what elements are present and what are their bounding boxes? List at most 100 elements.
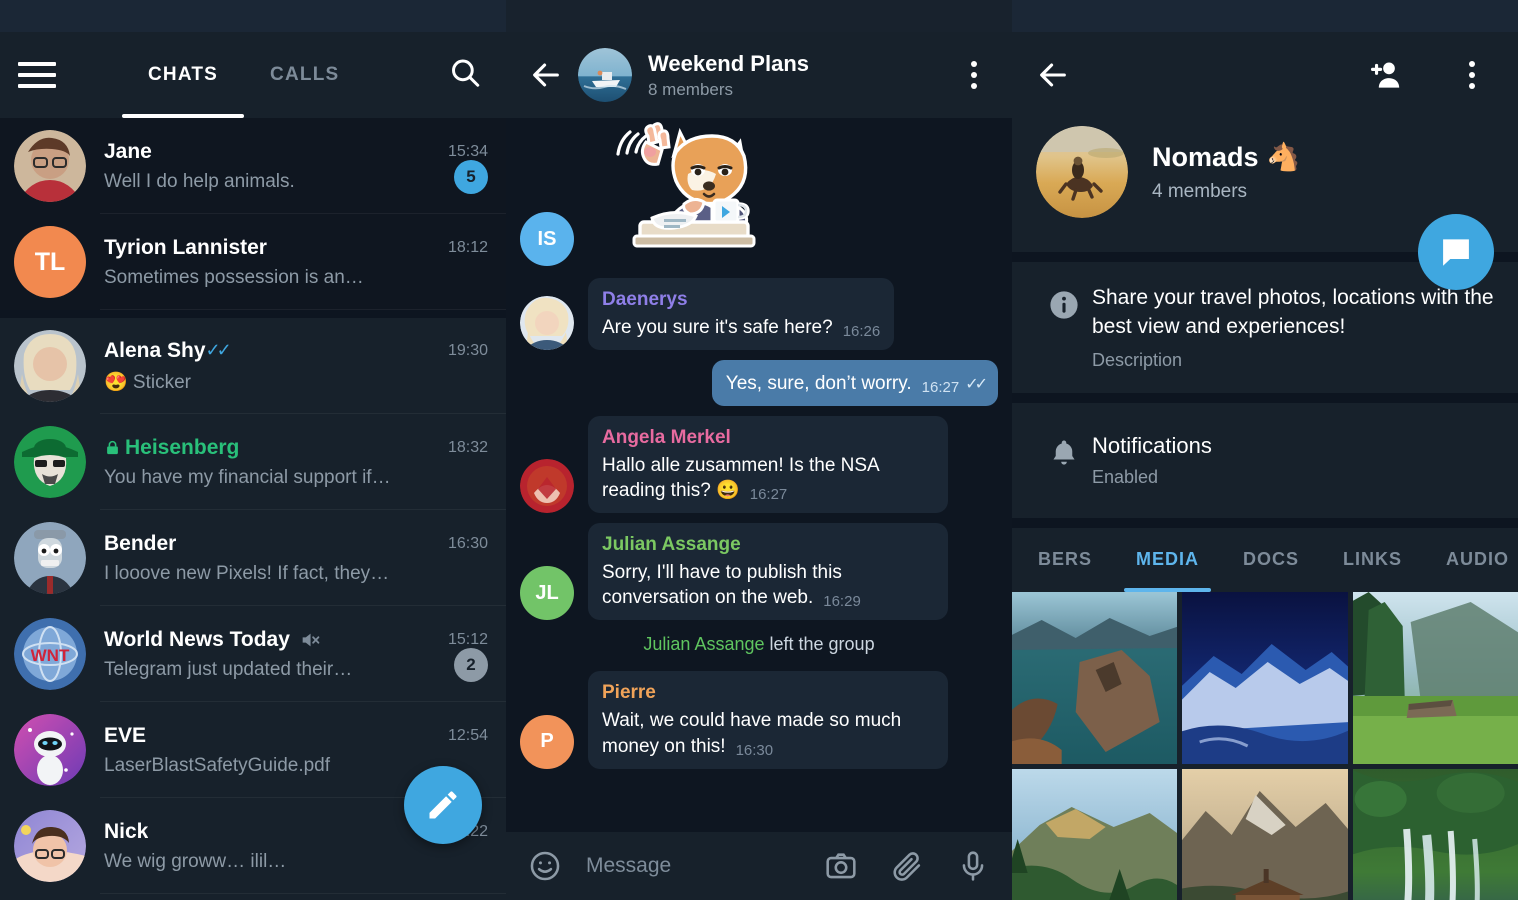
group-description-label: Description <box>1092 349 1183 370</box>
avatar[interactable]: WNT <box>14 618 86 690</box>
tab-chats-label: CHATS <box>148 64 219 85</box>
avatar[interactable] <box>520 296 574 351</box>
media-thumbnail[interactable] <box>1182 768 1348 900</box>
back-arrow-icon[interactable] <box>1036 58 1070 92</box>
add-person-icon[interactable] <box>1368 57 1404 93</box>
message-bubble[interactable]: Daenerys Are you sure it's safe here? 16:… <box>588 278 895 351</box>
send-message-fab-button[interactable] <box>1418 214 1494 290</box>
message-row[interactable]: Yes, sure, don’t worry. 16:27 ✓✓ <box>520 360 998 407</box>
notifications-row[interactable]: Notifications Enabled <box>1012 402 1518 518</box>
message-time: 16:30 <box>735 741 774 759</box>
chat-item-name: Tyrion Lannister <box>104 235 267 259</box>
avatar[interactable]: P <box>520 714 574 769</box>
unread-badge: 5 <box>454 160 488 194</box>
avatar[interactable] <box>14 522 86 594</box>
chat-list-item[interactable]: Alena Shy ✓✓ 19:30 😍 Sticker <box>0 318 506 414</box>
chat-list-toolbar: CHATS CALLS <box>0 32 506 118</box>
chat-list-item[interactable]: WNT World News Today 15:12 Telegram just… <box>0 606 506 702</box>
avatar[interactable]: JL <box>520 566 574 621</box>
avatar[interactable]: IS <box>520 212 574 266</box>
message-text: Sorry, I'll have to publish this convers… <box>602 562 842 609</box>
chat-item-body: Jane 15:34 Well I do help animals. <box>104 140 488 193</box>
chat-item-preview: You have my financial support if… <box>104 466 391 488</box>
tab-links[interactable]: LINKS <box>1321 528 1424 592</box>
media-thumbnail[interactable] <box>1352 768 1518 900</box>
message-row[interactable]: P Pierre Wait, we could have made so muc… <box>520 671 998 769</box>
microphone-icon[interactable] <box>956 849 990 883</box>
avatar[interactable] <box>14 426 86 498</box>
message-bubble[interactable]: Angela Merkel Hallo alle zusammen! Is th… <box>588 416 948 514</box>
camera-icon[interactable] <box>824 849 858 883</box>
message-bubble[interactable]: Pierre Wait, we could have made so much … <box>588 671 948 769</box>
message-bubble[interactable]: Julian Assange Sorry, I'll have to publi… <box>588 523 948 621</box>
media-thumbnail[interactable] <box>1182 591 1348 764</box>
message-bubble-outgoing[interactable]: Yes, sure, don’t worry. 16:27 ✓✓ <box>711 360 998 407</box>
chat-list-item[interactable]: Jane 15:34 Well I do help animals. 5 <box>0 118 506 214</box>
chat-item-header: Heisenberg 18:32 <box>104 436 488 460</box>
group-media-tabs[interactable]: BERS MEDIA DOCS LINKS AUDIO <box>1012 527 1518 592</box>
back-arrow-icon[interactable] <box>522 58 570 92</box>
message-row[interactable]: Angela Merkel Hallo alle zusammen! Is th… <box>520 416 998 514</box>
message-list[interactable]: IS Daenerys Are you sure it's safe here?… <box>506 118 1012 832</box>
paperclip-icon[interactable] <box>890 849 924 883</box>
chat-item-header: Jane 15:34 <box>104 140 488 164</box>
chat-item-name: Heisenberg <box>104 436 239 460</box>
chat-list-item[interactable]: Bender 16:30 I looove new Pixels! If fac… <box>0 510 506 606</box>
avatar[interactable]: TL <box>14 226 86 298</box>
avatar[interactable] <box>520 459 574 514</box>
chat-item-time: 18:32 <box>447 438 488 456</box>
chat-group-divider <box>0 310 506 318</box>
avatar[interactable] <box>14 130 86 202</box>
read-receipt-icon: ✓✓ <box>965 376 988 394</box>
tab-label: AUDIO <box>1446 549 1510 570</box>
tab-bers[interactable]: BERS <box>1016 528 1114 592</box>
compose-fab-button[interactable] <box>404 766 482 844</box>
telegram-three-pane-screen: CHATS CALLS Jane 15:34 Well I do help an… <box>0 0 1518 900</box>
emoji-smiley-icon[interactable] <box>528 849 562 883</box>
chat-item-header: Tyrion Lannister 18:12 <box>104 236 488 260</box>
message-row[interactable]: JL Julian Assange Sorry, I'll have to pu… <box>520 523 998 621</box>
lake-cabin-mountain-photo <box>1182 768 1348 900</box>
tab-chats[interactable]: CHATS <box>122 32 245 118</box>
tab-docs[interactable]: DOCS <box>1221 528 1321 592</box>
shiba-dog-sticker[interactable] <box>588 118 756 266</box>
media-thumbnail[interactable] <box>1012 768 1178 900</box>
tab-audio[interactable]: AUDIO <box>1424 528 1518 592</box>
kebab-menu-icon[interactable] <box>1450 61 1494 89</box>
tab-media[interactable]: MEDIA <box>1114 528 1221 592</box>
tab-label: MEDIA <box>1136 549 1200 570</box>
hamburger-icon[interactable] <box>18 62 74 88</box>
avatar[interactable] <box>14 810 86 882</box>
message-row[interactable]: Daenerys Are you sure it's safe here? 16:… <box>520 278 998 351</box>
search-icon[interactable] <box>448 56 482 95</box>
media-thumbnail[interactable] <box>1012 591 1178 764</box>
chat-item-time: 15:12 <box>447 630 488 648</box>
message-input[interactable]: Message <box>586 854 792 878</box>
kebab-menu-icon[interactable] <box>952 61 996 89</box>
media-thumbnail[interactable] <box>1352 591 1518 764</box>
group-name-text: Nomads <box>1152 141 1259 172</box>
chat-item-body: Heisenberg 18:32 You have my financial s… <box>104 436 488 489</box>
chat-list-item[interactable]: Heisenberg 18:32 You have my financial s… <box>0 414 506 510</box>
chat-item-header: World News Today 15:12 <box>104 628 488 652</box>
unread-badge: 2 <box>454 648 488 682</box>
chat-item-preview: LaserBlastSafetyGuide.pdf <box>104 754 331 776</box>
avatar[interactable] <box>14 330 86 402</box>
chat-item-name: Bender <box>104 531 177 555</box>
tab-calls-label: CALLS <box>270 64 340 85</box>
chat-item-name: Nick <box>104 819 149 843</box>
shared-media-grid[interactable] <box>1012 591 1518 900</box>
pencil-icon <box>429 791 457 819</box>
chat-item-meta: 2 <box>454 648 488 682</box>
chat-item-body: Bender 16:30 I looove new Pixels! If fac… <box>104 532 488 585</box>
tab-calls[interactable]: CALLS <box>244 32 365 118</box>
chat-list-panel: CHATS CALLS Jane 15:34 Well I do help an… <box>0 0 506 900</box>
sticker-message[interactable]: IS <box>520 118 998 266</box>
group-avatar[interactable] <box>1036 126 1128 218</box>
chat-bubble-icon <box>1443 239 1469 266</box>
svg-text:WNT: WNT <box>31 646 70 665</box>
chat-list-item[interactable]: TL Tyrion Lannister 18:12 Sometimes poss… <box>0 214 506 310</box>
avatar[interactable] <box>14 714 86 786</box>
conversation-avatar[interactable] <box>578 48 632 102</box>
chat-item-time: 15:34 <box>447 142 488 160</box>
